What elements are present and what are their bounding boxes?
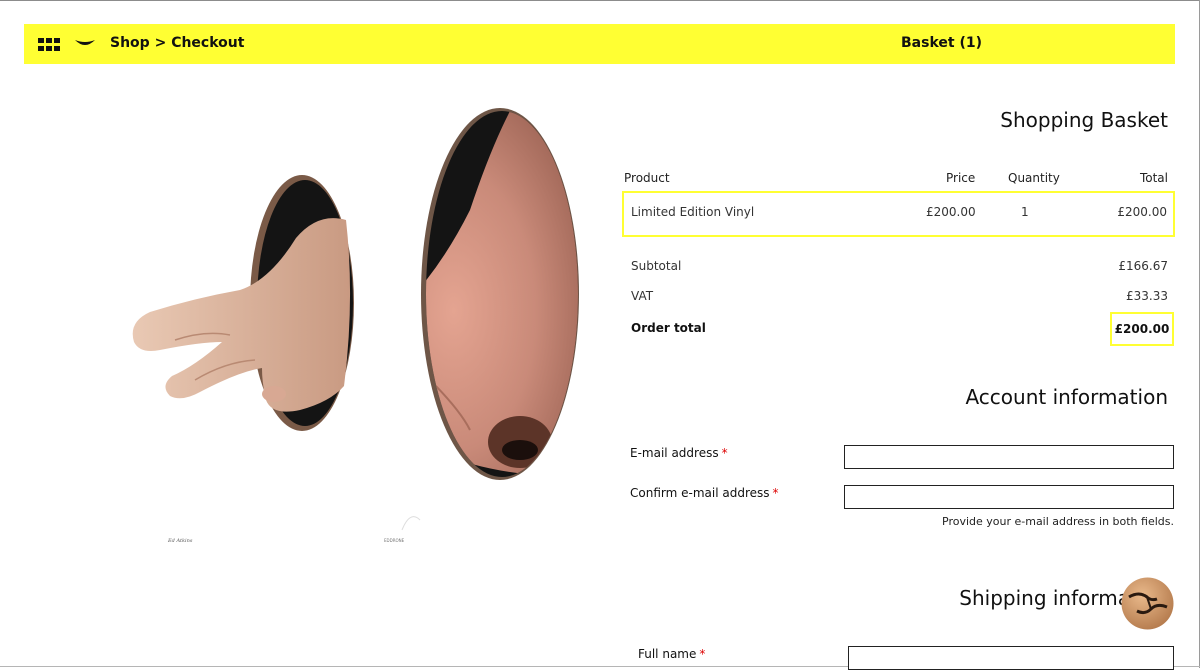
- item-total: £200.00: [1117, 205, 1167, 219]
- item-quantity: 1: [1021, 205, 1029, 219]
- required-marker: *: [772, 486, 779, 500]
- vat-label: VAT: [631, 289, 654, 303]
- full-name-label-text: Full name: [638, 647, 697, 661]
- email-label-text: E-mail address: [630, 446, 719, 460]
- hand-figure: [132, 218, 351, 412]
- email-label: E-mail address *: [630, 446, 728, 460]
- account-information-heading: Account information: [965, 385, 1168, 409]
- email-field[interactable]: [844, 445, 1174, 469]
- required-marker: *: [699, 647, 706, 661]
- breadcrumb-shop-link[interactable]: Shop: [110, 35, 150, 51]
- basket-link[interactable]: Basket (1): [901, 35, 982, 51]
- order-total-value: £200.00: [1110, 312, 1174, 346]
- item-price: £200.00: [926, 205, 976, 219]
- confirm-email-label-text: Confirm e-mail address: [630, 486, 770, 500]
- breadcrumb-separator: >: [154, 35, 167, 51]
- vat-value: £33.33: [1126, 289, 1168, 303]
- grid-cell: [38, 38, 44, 43]
- grid-cell: [54, 46, 60, 51]
- item-product-name: Limited Edition Vinyl: [631, 205, 755, 219]
- full-name-label: Full name *: [638, 647, 705, 661]
- grid-cell: [46, 38, 52, 43]
- column-header-price: Price: [946, 171, 976, 185]
- confirm-email-label: Confirm e-mail address *: [630, 486, 779, 500]
- grid-cell: [54, 38, 60, 43]
- grid-cell: [38, 46, 44, 51]
- grid-cell: [46, 46, 52, 51]
- required-marker: *: [721, 446, 728, 460]
- apps-grid-icon[interactable]: [38, 38, 60, 52]
- window-top-border: [0, 0, 1200, 1]
- shopping-basket-heading: Shopping Basket: [1000, 108, 1168, 132]
- subtotal-label: Subtotal: [631, 259, 682, 273]
- subtotal-value: £166.67: [1118, 259, 1168, 273]
- column-header-total: Total: [1139, 171, 1168, 185]
- top-nav-bar: Shop > Checkout Basket (1): [24, 24, 1175, 64]
- confirm-email-field[interactable]: [844, 485, 1174, 509]
- smile-logo-icon[interactable]: [74, 37, 96, 49]
- floating-hands-badge-icon[interactable]: [1121, 577, 1174, 630]
- full-name-field[interactable]: [848, 646, 1174, 670]
- order-total-label: Order total: [631, 321, 706, 335]
- breadcrumb-current: Checkout: [171, 35, 245, 51]
- column-header-product: Product: [624, 171, 670, 185]
- artwork-image: Ed Atkins EDDRONE: [132, 108, 579, 544]
- artist-signature: Ed Atkins: [167, 538, 193, 544]
- email-hint: Provide your e-mail address in both fiel…: [942, 515, 1174, 528]
- column-header-quantity: Quantity: [1008, 171, 1060, 185]
- breadcrumb: Shop > Checkout: [110, 35, 244, 51]
- edition-mark: EDDRONE: [384, 538, 405, 543]
- shipping-information-heading: Shipping informa: [959, 586, 1130, 610]
